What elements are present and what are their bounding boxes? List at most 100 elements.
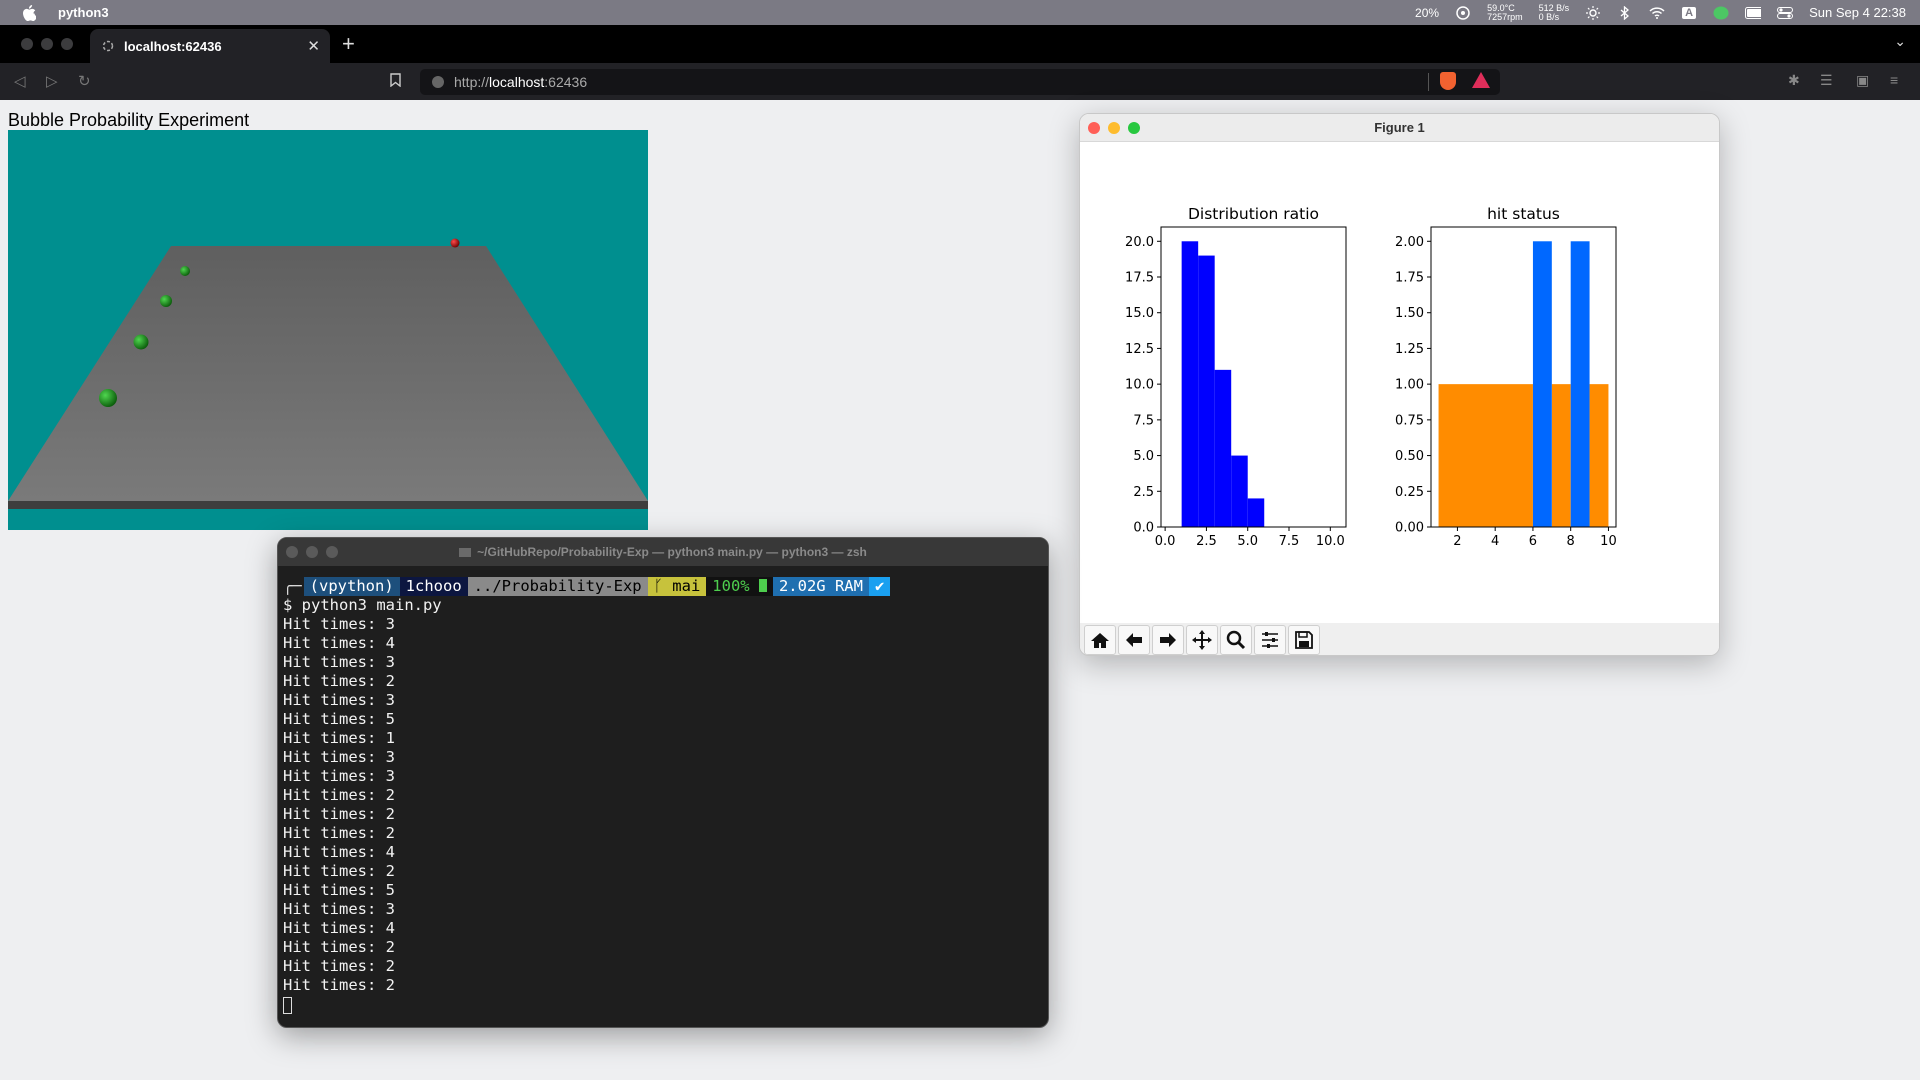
brightness-icon[interactable]	[1585, 5, 1601, 20]
battery-icon[interactable]	[1745, 6, 1762, 20]
output-line: Hit times: 3	[283, 615, 395, 633]
green-ball	[133, 334, 149, 350]
y-tick-label: 15.0	[1125, 306, 1154, 321]
line-app-icon[interactable]	[1713, 6, 1729, 20]
site-info-icon[interactable]	[432, 76, 444, 88]
minimize-figure-button[interactable]	[1108, 122, 1120, 134]
network-readout[interactable]: 512 B/s 0 B/s	[1539, 3, 1570, 22]
browser-tab[interactable]: localhost:62436 ✕	[90, 29, 330, 63]
address-bar[interactable]: http://localhost:62436	[390, 69, 1500, 95]
configure-icon[interactable]	[1254, 625, 1286, 655]
menu-icon[interactable]: ≡	[1890, 72, 1898, 88]
red-ball	[450, 238, 460, 248]
output-line: Hit times: 1	[283, 729, 395, 747]
output-line: Hit times: 5	[283, 881, 395, 899]
green-ball	[160, 295, 172, 307]
browser-tab-bar: localhost:62436 ✕ + ⌄	[0, 25, 1920, 63]
bluetooth-icon[interactable]	[1617, 5, 1633, 20]
figure-window[interactable]: Figure 1 Distribution ratio 0.0 2.5 5.0 7.5 1…	[1079, 113, 1720, 656]
shell-command: $ python3 main.py	[283, 596, 442, 614]
output-line: Hit times: 3	[283, 691, 395, 709]
reload-icon[interactable]: ↻	[78, 72, 91, 90]
menubar-clock[interactable]: Sun Sep 4 22:38	[1809, 5, 1906, 20]
tab-title: localhost:62436	[124, 38, 222, 54]
control-center-icon[interactable]	[1777, 6, 1794, 20]
extensions-icon[interactable]: ✱	[1788, 72, 1800, 89]
back-icon[interactable]: ◁	[14, 72, 26, 90]
y-tick-label: 0.0	[1133, 521, 1154, 536]
new-tab-icon[interactable]: +	[342, 31, 355, 57]
output-line: Hit times: 2	[283, 938, 395, 956]
output-line: Hit times: 2	[283, 672, 395, 690]
active-app-name[interactable]: python3	[58, 5, 109, 20]
y-tick-label: 2.5	[1133, 485, 1154, 500]
forward-arrow-icon[interactable]	[1152, 625, 1184, 655]
y-tick-label: 0.50	[1395, 449, 1424, 464]
y-tick-label: 1.50	[1395, 306, 1424, 321]
output-line: Hit times: 2	[283, 957, 395, 975]
save-icon[interactable]	[1288, 625, 1320, 655]
close-terminal-button[interactable]	[286, 546, 298, 558]
reading-list-icon[interactable]: ☰	[1820, 72, 1833, 89]
zoom-terminal-button[interactable]	[326, 546, 338, 558]
temperature-readout[interactable]: 59.0°C 7257rpm	[1487, 3, 1523, 22]
output-line: Hit times: 4	[283, 919, 395, 937]
brave-rewards-icon[interactable]	[1472, 72, 1490, 88]
terminal-title-bar[interactable]: ~/GitHubRepo/Probability-Exp — python3 m…	[278, 538, 1048, 566]
page-title: Bubble Probability Experiment	[8, 110, 250, 130]
browser-toolbar: ◁ ▷ ↻ http://localhost:62436 ✱ ☰ ▣ ≡	[0, 63, 1920, 100]
home-icon[interactable]	[1084, 625, 1116, 655]
back-arrow-icon[interactable]	[1118, 625, 1150, 655]
x-tick-label: 0.0	[1155, 534, 1176, 549]
histogram-bar	[1198, 255, 1215, 528]
zoom-icon[interactable]	[1220, 625, 1252, 655]
prompt-git-branch: ᚴ mai	[647, 576, 707, 596]
input-source-label: A	[1682, 6, 1697, 19]
x-tick-label: 6	[1529, 534, 1537, 549]
tab-list-chevron-icon[interactable]: ⌄	[1894, 33, 1906, 50]
terminal-cursor	[283, 997, 292, 1014]
input-source-icon[interactable]: A	[1681, 6, 1697, 20]
brave-shields-icon[interactable]	[1440, 72, 1456, 90]
chart-title: Distribution ratio	[1188, 205, 1319, 223]
output-line: Hit times: 2	[283, 976, 395, 994]
output-line: Hit times: 2	[283, 862, 395, 880]
apple-menu-icon[interactable]	[20, 4, 38, 22]
histogram-bar	[1532, 241, 1552, 527]
close-window-button[interactable]	[21, 38, 33, 50]
minimize-window-button[interactable]	[41, 38, 53, 50]
3d-scene-canvas[interactable]	[8, 130, 648, 530]
y-tick-label: 17.5	[1125, 271, 1154, 286]
fan-rpm-value: 7257rpm	[1487, 11, 1523, 22]
folder-icon	[459, 548, 472, 558]
x-tick-label: 2.5	[1196, 534, 1217, 549]
pan-icon[interactable]	[1186, 625, 1218, 655]
battery-icon	[758, 578, 767, 592]
wallet-icon[interactable]: ▣	[1856, 72, 1869, 89]
wifi-icon[interactable]	[1649, 6, 1665, 20]
chart-title: hit status	[1487, 205, 1560, 223]
terminal-window[interactable]: ~/GitHubRepo/Probability-Exp — python3 m…	[277, 537, 1049, 1028]
x-tick-label: 10.0	[1316, 534, 1345, 549]
url-scheme: http://	[454, 74, 490, 90]
terminal-output[interactable]: ╭─ (vpython) 1chooo ../Probability-Exp ᚴ…	[278, 566, 1048, 1014]
minimize-terminal-button[interactable]	[306, 546, 318, 558]
histogram-bar	[1247, 498, 1265, 527]
figure-title-bar[interactable]: Figure 1	[1080, 114, 1719, 142]
histogram-bar	[1551, 384, 1571, 527]
close-tab-icon[interactable]: ✕	[307, 37, 320, 55]
y-tick-label: 5.0	[1133, 449, 1154, 464]
zoom-figure-button[interactable]	[1128, 122, 1140, 134]
cpu-usage[interactable]: 20%	[1415, 6, 1439, 20]
y-tick-label: 0.25	[1395, 485, 1424, 500]
x-tick-label: 4	[1491, 534, 1499, 549]
figure-canvas[interactable]: Distribution ratio 0.0 2.5 5.0 7.5 10.0 0.0 2.5…	[1080, 143, 1720, 623]
floor-plane	[8, 246, 648, 501]
window-controls	[21, 38, 73, 50]
fan-icon[interactable]	[1455, 5, 1471, 20]
maximize-window-button[interactable]	[61, 38, 73, 50]
bookmark-icon[interactable]	[390, 73, 401, 90]
figure-window-controls	[1088, 122, 1140, 134]
forward-icon[interactable]: ▷	[46, 72, 58, 90]
close-figure-button[interactable]	[1088, 122, 1100, 134]
